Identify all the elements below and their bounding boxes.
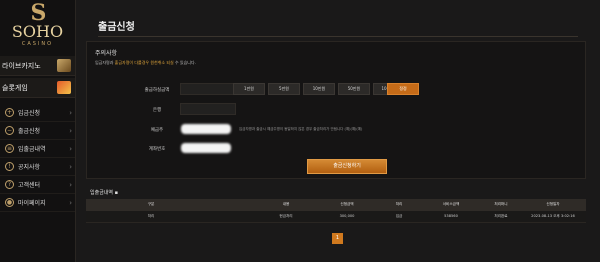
notice-text-pre: 입금자명과	[95, 60, 115, 65]
logo-mark: S	[30, 0, 47, 26]
column-header: 처리머니	[494, 202, 508, 206]
notice-icon: !	[5, 162, 14, 171]
sidebar-item-label: 공지사항	[18, 164, 41, 171]
sidebar-item-label: 고객센터	[18, 182, 41, 189]
chevron-right-icon: ›	[69, 144, 72, 153]
logo-subtext: CASINO	[21, 41, 54, 47]
notice-text: 입금자명과 출금자명이 다를경우 원천취소 되실 수 있습니다.	[95, 60, 196, 66]
sidebar-item-label: 입금신청	[18, 110, 41, 117]
bank-label: 은행	[152, 108, 162, 113]
history-icon: ≡	[5, 144, 14, 153]
game-live-casino-button[interactable]: 라이브카지노	[0, 56, 75, 76]
notice-text-highlight: 출금자명이 다를경우 원천취소 되실	[114, 60, 174, 65]
title-divider	[98, 36, 578, 37]
sidebar-item-withdraw[interactable]: − 출금신청 ›	[0, 122, 75, 140]
amount-label: 출금하실금액	[144, 88, 170, 93]
logo[interactable]: S SOHO CASINO	[0, 0, 75, 56]
holder-row: 예금주 입금자명과 출금시 예금주명이 동일하지 않은 경우 출금처리가 안됩니…	[87, 123, 587, 137]
amount-input[interactable]	[180, 83, 236, 95]
account-row: 계좌번호	[87, 142, 587, 156]
table-header: 구분 내용 신청금액 처리 서비스금액 처리머니 신청일자	[86, 199, 586, 211]
deposit-icon: +	[5, 108, 14, 117]
slot-thumb-icon	[57, 81, 71, 94]
amount-100k-button[interactable]: 10만원	[303, 83, 335, 95]
amount-500k-button[interactable]: 50만원	[338, 83, 370, 95]
table-cell: 처리완료	[494, 214, 508, 218]
chevron-right-icon: ›	[69, 180, 72, 189]
main-content: 출금신청 주의사항 입금자명과 출금자명이 다를경우 원천취소 되실 수 있습니…	[76, 0, 600, 262]
column-header: 서비스금액	[442, 202, 460, 206]
holder-input-redacted[interactable]	[181, 124, 231, 134]
sidebar-item-label: 마이페이지	[18, 200, 46, 207]
sidebar-item-support[interactable]: ? 고객센터 ›	[0, 176, 75, 194]
column-header: 신청일자	[546, 202, 560, 206]
notice-text-post: 수 있습니다.	[173, 60, 196, 65]
table-cell: 538560	[444, 214, 458, 218]
sidebar-nav: + 입금신청 › − 출금신청 › ≡ 입출금내역 › ! 공지사항 › ? 고…	[0, 104, 75, 212]
holder-help-text: 입금자명과 출금시 예금주명이 동일하지 않은 경우 출금처리가 안됩니다 (예…	[239, 127, 363, 131]
sidebar: S SOHO CASINO 라이브카지노 슬롯게임 + 입금신청 › − 출금신…	[0, 0, 76, 262]
column-header: 신청금액	[340, 202, 354, 206]
account-label: 계좌번호	[148, 147, 166, 152]
chevron-right-icon: ›	[69, 126, 72, 135]
withdraw-icon: −	[5, 126, 14, 135]
game-slot-button[interactable]: 슬롯게임	[0, 78, 75, 98]
column-header: 처리	[395, 202, 403, 206]
column-header: 내용	[282, 202, 290, 206]
table-cell: 300,000	[339, 214, 355, 218]
amount-row: 출금하실금액 1만원 5만원 10만원 50만원 100만원 정정	[87, 83, 587, 97]
table-cell: 입금	[395, 214, 403, 218]
game-slot-label: 슬롯게임	[2, 83, 28, 92]
column-header: 구분	[147, 202, 155, 206]
amount-reset-button[interactable]: 정정	[387, 83, 419, 95]
bank-input[interactable]	[180, 103, 236, 115]
history-table: 구분 내용 신청금액 처리 서비스금액 처리머니 신청일자 처리 현금처리 30…	[86, 199, 586, 223]
game-live-casino-label: 라이브카지노	[2, 61, 41, 70]
holder-label: 예금주	[150, 128, 164, 133]
logo-text: SOHO	[11, 22, 64, 41]
table-cell: 처리	[147, 214, 155, 218]
page-title: 출금신청	[98, 22, 135, 33]
user-icon: ●	[5, 198, 14, 207]
sidebar-item-label: 입출금내역	[18, 146, 46, 153]
support-icon: ?	[5, 180, 14, 189]
bank-row: 은행	[87, 103, 587, 117]
live-casino-thumb-icon	[57, 59, 71, 72]
sidebar-item-notice[interactable]: ! 공지사항 ›	[0, 158, 75, 176]
history-title: 입출금내역 ▪	[90, 190, 118, 196]
amount-50k-button[interactable]: 5만원	[268, 83, 300, 95]
sidebar-item-deposit[interactable]: + 입금신청 ›	[0, 104, 75, 122]
pagination-page-button[interactable]: 1	[332, 233, 343, 244]
notice-title: 주의사항	[95, 50, 118, 57]
sidebar-item-label: 출금신청	[18, 128, 41, 135]
sidebar-item-mypage[interactable]: ● 마이페이지 ›	[0, 194, 75, 212]
chevron-right-icon: ›	[69, 198, 72, 207]
chevron-right-icon: ›	[69, 108, 72, 117]
sidebar-item-history[interactable]: ≡ 입출금내역 ›	[0, 140, 75, 158]
account-input-redacted[interactable]	[181, 143, 231, 153]
submit-withdraw-button[interactable]: 출금신청하기	[307, 159, 387, 174]
table-cell: 현금처리	[279, 214, 293, 218]
table-cell: 2023-08-13 오후 3:02:16	[531, 214, 575, 218]
withdraw-panel: 주의사항 입금자명과 출금자명이 다를경우 원천취소 되실 수 있습니다. 출금…	[86, 41, 586, 179]
amount-10k-button[interactable]: 1만원	[233, 83, 265, 95]
table-row[interactable]: 처리 현금처리 300,000 입금 538560 처리완료 2023-08-1…	[86, 211, 586, 223]
chevron-right-icon: ›	[69, 162, 72, 171]
